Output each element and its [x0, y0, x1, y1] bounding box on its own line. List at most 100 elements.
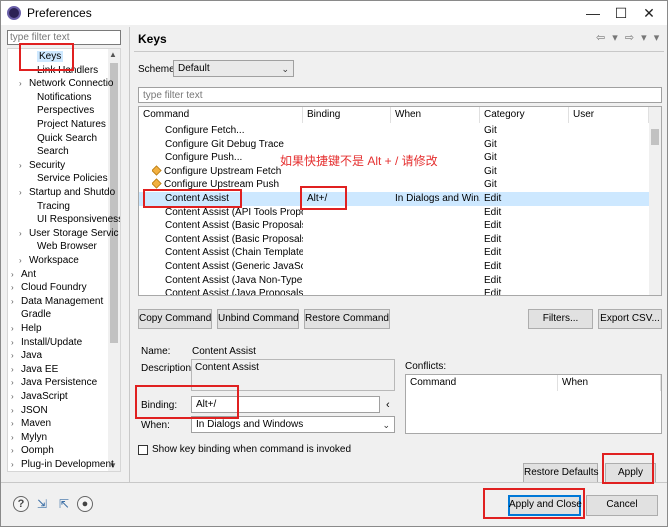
chevron-right-icon[interactable]: ›	[11, 444, 21, 457]
import-icon[interactable]: ⇲	[34, 497, 50, 511]
tree-item[interactable]: Perspectives	[27, 104, 94, 117]
tree-item[interactable]: › Startup and Shutdo	[19, 186, 115, 199]
table-row[interactable]: Configure Fetch... Git	[139, 124, 649, 138]
tree-item[interactable]: Notifications	[27, 91, 91, 104]
chevron-right-icon[interactable]: ›	[11, 349, 21, 362]
conflicts-header-when[interactable]: When	[558, 375, 661, 391]
table-scrollbar[interactable]	[649, 107, 661, 295]
tree-item[interactable]: › Security	[19, 159, 65, 172]
tree-item[interactable]: Web Browser	[27, 240, 97, 253]
tree-item[interactable]: › Maven	[11, 417, 51, 430]
history-nav-icons[interactable]: ⇦ ▾ ⇨ ▾ ▾	[596, 31, 661, 44]
chevron-right-icon[interactable]: ›	[19, 227, 29, 240]
table-row[interactable]: Content Assist (Generic JavaScript Edit	[139, 260, 649, 274]
scheme-select[interactable]: Default ⌄	[173, 60, 294, 77]
unbind-command-button[interactable]: Unbind Command	[217, 309, 299, 329]
chevron-right-icon[interactable]: ›	[11, 295, 21, 308]
tree-item[interactable]: › Java	[11, 349, 42, 362]
conflicts-table[interactable]: Command When	[405, 374, 662, 434]
minimize-button[interactable]: —	[579, 3, 607, 23]
column-header-command[interactable]: Command	[139, 107, 303, 123]
tree-item[interactable]: Link Handlers	[27, 64, 98, 77]
tree-item[interactable]: Quick Search	[27, 132, 97, 145]
tree-item[interactable]: Tracing	[27, 200, 70, 213]
export-icon[interactable]: ⇱	[56, 497, 72, 511]
tree-item[interactable]: › Cloud Foundry	[11, 281, 87, 294]
column-header-user[interactable]: User	[569, 107, 649, 123]
chevron-right-icon[interactable]: ›	[11, 404, 21, 417]
tree-item[interactable]: › Java Persistence	[11, 376, 97, 389]
pane-divider[interactable]	[129, 27, 130, 482]
chevron-right-icon[interactable]: ›	[11, 417, 21, 430]
chevron-right-icon[interactable]: ›	[11, 431, 21, 444]
tree-item[interactable]: Keys	[27, 50, 64, 63]
command-filter-input[interactable]: type filter text	[138, 87, 662, 103]
tree-item[interactable]: › Java EE	[11, 363, 58, 376]
tree-item[interactable]: › Help	[11, 322, 42, 335]
chevron-right-icon[interactable]: ›	[19, 254, 29, 267]
table-row[interactable]: Content Assist (Basic Proposals) Edit	[139, 233, 649, 247]
table-row[interactable]: Content Assist (Chain Template Pro Edit	[139, 246, 649, 260]
column-header-binding[interactable]: Binding	[303, 107, 391, 123]
tree-item[interactable]: › Plug-in Development	[11, 458, 114, 471]
table-row[interactable]: Configure Git Debug Trace Git	[139, 138, 649, 152]
table-row[interactable]: Configure Upstream Push Git	[139, 178, 649, 192]
apply-and-close-button[interactable]: Apply and Close	[508, 495, 582, 516]
column-header-category[interactable]: Category	[480, 107, 569, 123]
when-select[interactable]: In Dialogs and Windows ⌄	[191, 416, 395, 433]
restore-command-button[interactable]: Restore Command	[304, 309, 390, 329]
chevron-right-icon[interactable]: ›	[19, 77, 29, 90]
chevron-right-icon[interactable]: ›	[19, 186, 29, 199]
commands-table[interactable]: Command Binding When Category User Confi…	[138, 106, 662, 296]
show-binding-checkbox[interactable]	[138, 445, 148, 455]
conflicts-header-command[interactable]: Command	[406, 375, 558, 391]
binding-menu-icon[interactable]: ‹	[386, 399, 390, 411]
export-csv-button[interactable]: Export CSV...	[598, 309, 662, 329]
tree-item[interactable]: › Network Connectio	[19, 77, 113, 90]
tree-item[interactable]: › Workspace	[19, 254, 79, 267]
column-header-when[interactable]: When	[391, 107, 480, 123]
chevron-right-icon[interactable]: ›	[11, 322, 21, 335]
table-row[interactable]: Content Assist (API Tools Proposal Edit	[139, 206, 649, 220]
chevron-right-icon[interactable]: ›	[11, 268, 21, 281]
chevron-right-icon[interactable]: ›	[11, 336, 21, 349]
tree-item[interactable]: › User Storage Servic	[19, 227, 118, 240]
chevron-right-icon[interactable]: ›	[19, 159, 29, 172]
tree-item[interactable]: › Oomph	[11, 444, 54, 457]
table-row[interactable]: Content Assist Alt+/ In Dialogs and Win...…	[139, 192, 649, 206]
scrollbar-thumb[interactable]	[110, 63, 118, 343]
chevron-right-icon[interactable]: ›	[11, 363, 21, 376]
tree-item[interactable]: Gradle	[11, 308, 51, 321]
tree-item[interactable]: › Mylyn	[11, 431, 47, 444]
scroll-up-icon[interactable]: ▲	[109, 50, 117, 59]
tree-item[interactable]: › JSON	[11, 404, 48, 417]
apply-button[interactable]: Apply	[605, 463, 656, 483]
table-row[interactable]: Content Assist (Basic Proposals) Edit	[139, 219, 649, 233]
table-row[interactable]: Content Assist (Java Non-Type Pro Edit	[139, 274, 649, 288]
sidebar-filter-input[interactable]: type filter text	[7, 30, 121, 45]
chevron-right-icon[interactable]: ›	[11, 376, 21, 389]
scrollbar-thumb[interactable]	[651, 129, 659, 145]
tree-item[interactable]: Search	[27, 145, 69, 158]
tree-item[interactable]: › JavaScript	[11, 390, 68, 403]
tree-item[interactable]: Project Natures	[27, 118, 106, 131]
preferences-tree[interactable]: ▲ ▼ Keys Link Handlers › Network Connectio N…	[7, 48, 121, 472]
tree-item[interactable]: › Ant	[11, 268, 36, 281]
chevron-right-icon[interactable]: ›	[11, 390, 21, 403]
tree-item[interactable]: › Data Management	[11, 295, 103, 308]
close-button[interactable]: ✕	[635, 3, 663, 23]
chevron-right-icon[interactable]: ›	[11, 458, 21, 471]
help-icon[interactable]: ?	[13, 496, 29, 512]
chevron-right-icon[interactable]: ›	[11, 281, 21, 294]
copy-command-button[interactable]: Copy Command	[138, 309, 212, 329]
filters-button[interactable]: Filters...	[528, 309, 593, 329]
binding-input[interactable]: Alt+/	[191, 396, 380, 413]
restore-defaults-button[interactable]: Restore Defaults	[523, 463, 598, 483]
tree-item[interactable]: › Install/Update	[11, 336, 82, 349]
sidebar-scrollbar[interactable]: ▲ ▼	[108, 49, 120, 471]
table-row[interactable]: Content Assist (Java Proposals (Ta Edit	[139, 287, 649, 295]
tree-item[interactable]: Service Policies	[27, 172, 108, 185]
cancel-button[interactable]: Cancel	[586, 495, 658, 516]
maximize-button[interactable]: ☐	[607, 3, 635, 23]
tree-item[interactable]: UI Responsiveness	[27, 213, 120, 226]
